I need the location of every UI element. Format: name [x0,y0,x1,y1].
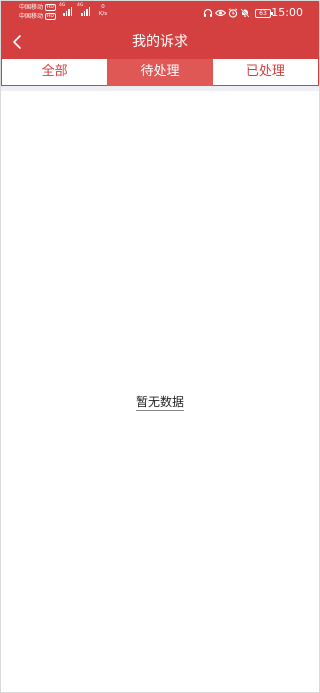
carrier-2: 中国移动 HD [19,13,56,20]
tab-pending[interactable]: 待处理 [107,59,213,86]
empty-state-text: 暂无数据 [135,395,184,411]
net-speed-value: 0 [101,4,105,10]
mute-icon [240,8,250,18]
eye-icon [215,9,226,17]
tab-processed[interactable]: 已处理 [212,59,318,85]
status-time: 15:00 [271,6,303,19]
net-speed-unit: K/s [98,11,108,17]
hd-badge: HD [45,4,56,11]
app-header: 我的诉求 [1,27,319,58]
empty-state: 暂无数据 [1,391,319,411]
battery-level: 63 [259,9,267,17]
carrier-1-label: 中国移动 [19,4,44,11]
carrier-1: 中国移动 HD [19,4,56,11]
headphones-icon [203,8,213,17]
hd-badge: HD [45,13,56,20]
network-type-1: 4G [59,3,66,8]
net-speed: 0 K/s [97,4,109,18]
status-bar: 中国移动 HD 中国移动 HD 4G 4G 0 K/s 63 15:00 [1,1,319,27]
app-screen: 中国移动 HD 中国移动 HD 4G 4G 0 K/s 63 15:00 我的诉… [0,0,320,693]
network-type-2: 4G [77,3,84,8]
battery-icon: 63 [255,8,273,18]
content-area: 暂无数据 [1,91,319,692]
tab-bar: 全部 待处理 已处理 [1,58,319,86]
tab-all[interactable]: 全部 [2,59,108,85]
status-icons: 63 [203,7,273,19]
alarm-icon [228,8,238,18]
page-title: 我的诉求 [132,34,188,50]
carrier-2-label: 中国移动 [19,13,44,20]
